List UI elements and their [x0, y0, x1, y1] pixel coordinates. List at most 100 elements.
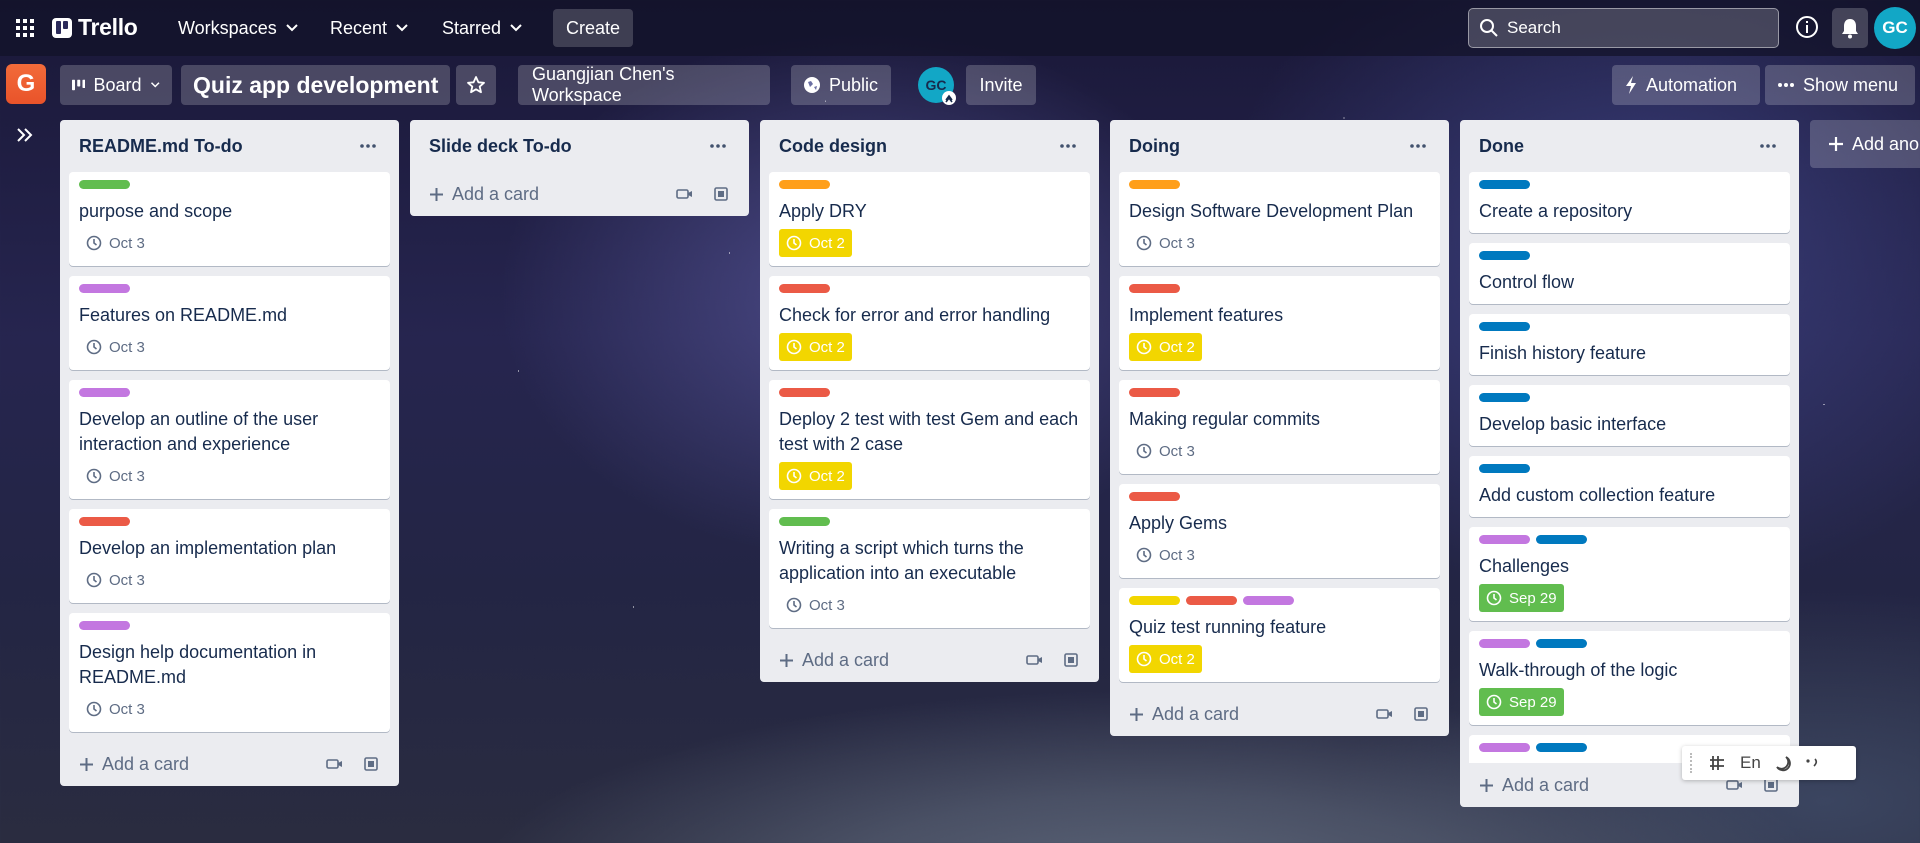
- card[interactable]: Apply Gems Oct 3: [1119, 484, 1440, 578]
- card-template-icon[interactable]: [1062, 651, 1080, 669]
- show-menu-button[interactable]: Show menu: [1765, 65, 1915, 105]
- drag-handle[interactable]: [1690, 753, 1696, 773]
- label-blue[interactable]: [1479, 393, 1530, 402]
- punctuation-icon[interactable]: [1803, 754, 1821, 772]
- due-date-badge[interactable]: Oct 3: [79, 333, 152, 361]
- label-red[interactable]: [1129, 388, 1180, 397]
- card[interactable]: Making regular commits Oct 3: [1119, 380, 1440, 474]
- list-actions-icon[interactable]: [706, 134, 730, 158]
- card[interactable]: Develop basic interface: [1469, 385, 1790, 446]
- workspace-tile[interactable]: G: [6, 64, 46, 104]
- star-board-button[interactable]: [456, 65, 496, 105]
- workspaces-menu[interactable]: Workspaces: [170, 12, 307, 44]
- workspace-button[interactable]: Guangjian Chen's Workspace: [518, 64, 770, 105]
- list-header[interactable]: README.md To-do: [60, 120, 399, 172]
- label-purple[interactable]: [1479, 535, 1530, 544]
- card[interactable]: Add custom collection feature: [1469, 456, 1790, 517]
- list-actions-icon[interactable]: [356, 134, 380, 158]
- visibility-button[interactable]: Public: [791, 65, 891, 105]
- label-orange[interactable]: [1129, 180, 1180, 189]
- list-actions-icon[interactable]: [1056, 134, 1080, 158]
- notifications-button[interactable]: [1832, 8, 1868, 48]
- recent-menu[interactable]: Recent: [322, 12, 417, 44]
- moon-icon[interactable]: [1773, 754, 1791, 772]
- label-green[interactable]: [779, 517, 830, 526]
- label-red[interactable]: [1129, 284, 1180, 293]
- label-green[interactable]: [79, 180, 130, 189]
- board-title[interactable]: Quiz app development: [181, 65, 451, 105]
- info-icon[interactable]: [1794, 14, 1820, 40]
- due-date-badge[interactable]: Oct 3: [79, 695, 152, 723]
- label-red[interactable]: [1129, 492, 1180, 501]
- card[interactable]: Implement features Oct 2: [1119, 276, 1440, 370]
- card[interactable]: Walk-through of the logic Sep 29: [1469, 631, 1790, 725]
- label-blue[interactable]: [1536, 743, 1587, 752]
- card[interactable]: Apply DRY Oct 2: [769, 172, 1090, 266]
- card[interactable]: purpose and scope Oct 3: [69, 172, 390, 266]
- card-template-icon[interactable]: [362, 755, 380, 773]
- video-icon[interactable]: [1726, 778, 1744, 792]
- card[interactable]: Features on README.md Oct 3: [69, 276, 390, 370]
- search-box[interactable]: [1468, 8, 1779, 48]
- ime-language-toggle[interactable]: En: [1740, 753, 1761, 773]
- due-date-badge[interactable]: Oct 3: [79, 462, 152, 490]
- due-date-badge[interactable]: Oct 3: [79, 566, 152, 594]
- card-template-icon[interactable]: [1412, 705, 1430, 723]
- card[interactable]: Writing a script which turns the applica…: [769, 509, 1090, 628]
- board-view-switcher[interactable]: Board: [60, 65, 172, 105]
- label-purple[interactable]: [79, 621, 130, 630]
- due-date-badge[interactable]: Oct 3: [779, 591, 852, 619]
- due-date-badge[interactable]: Oct 2: [779, 462, 852, 490]
- due-date-badge[interactable]: Sep 29: [1479, 584, 1564, 612]
- list-header[interactable]: Done: [1460, 120, 1799, 172]
- list-header[interactable]: Slide deck To-do: [410, 120, 749, 172]
- due-date-badge[interactable]: Oct 3: [1129, 229, 1202, 257]
- add-card-button[interactable]: Add a card: [1129, 704, 1239, 725]
- due-date-badge[interactable]: Oct 2: [779, 333, 852, 361]
- label-blue[interactable]: [1479, 180, 1530, 189]
- label-purple[interactable]: [1243, 596, 1294, 605]
- add-card-button[interactable]: Add a card: [429, 184, 539, 205]
- due-date-badge[interactable]: Oct 2: [779, 229, 852, 257]
- video-icon[interactable]: [326, 757, 344, 771]
- app-switcher-icon[interactable]: [14, 17, 36, 39]
- list-header[interactable]: Code design: [760, 120, 1099, 172]
- user-avatar[interactable]: GC: [1874, 7, 1916, 49]
- add-card-button[interactable]: Add a card: [79, 754, 189, 775]
- label-purple[interactable]: [1479, 639, 1530, 648]
- add-card-button[interactable]: Add a card: [779, 650, 889, 671]
- card[interactable]: Develop an outline of the user interacti…: [69, 380, 390, 499]
- automation-button[interactable]: Automation: [1612, 65, 1760, 105]
- label-blue[interactable]: [1479, 464, 1530, 473]
- due-date-badge[interactable]: Oct 2: [1129, 333, 1202, 361]
- video-icon[interactable]: [1376, 707, 1394, 721]
- create-button[interactable]: Create: [553, 9, 633, 47]
- card[interactable]: Challenges Sep 29: [1469, 527, 1790, 621]
- card[interactable]: Design Software Development Plan Oct 3: [1119, 172, 1440, 266]
- label-blue[interactable]: [1479, 322, 1530, 331]
- card[interactable]: Deploy 2 test with test Gem and each tes…: [769, 380, 1090, 499]
- label-purple[interactable]: [1479, 743, 1530, 752]
- due-date-badge[interactable]: Oct 2: [1129, 645, 1202, 673]
- search-input[interactable]: [1507, 18, 1757, 38]
- expand-sidebar-icon[interactable]: [14, 124, 36, 146]
- card[interactable]: Check for error and error handling Oct 2: [769, 276, 1090, 370]
- video-icon[interactable]: [676, 187, 694, 201]
- starred-menu[interactable]: Starred: [434, 12, 531, 44]
- label-blue[interactable]: [1536, 535, 1587, 544]
- list-actions-icon[interactable]: [1756, 134, 1780, 158]
- label-orange[interactable]: [779, 180, 830, 189]
- card-template-icon[interactable]: [712, 185, 730, 203]
- card[interactable]: Finish history feature: [1469, 314, 1790, 375]
- label-blue[interactable]: [1479, 251, 1530, 260]
- add-card-button[interactable]: Add a card: [1479, 775, 1589, 796]
- card[interactable]: Design help documentation in README.md Oc…: [69, 613, 390, 732]
- list-actions-icon[interactable]: [1406, 134, 1430, 158]
- due-date-badge[interactable]: Oct 3: [1129, 541, 1202, 569]
- card[interactable]: Control flow: [1469, 243, 1790, 304]
- label-purple[interactable]: [79, 284, 130, 293]
- label-red[interactable]: [779, 388, 830, 397]
- label-purple[interactable]: [79, 388, 130, 397]
- trello-logo[interactable]: Trello: [52, 14, 138, 41]
- label-red[interactable]: [779, 284, 830, 293]
